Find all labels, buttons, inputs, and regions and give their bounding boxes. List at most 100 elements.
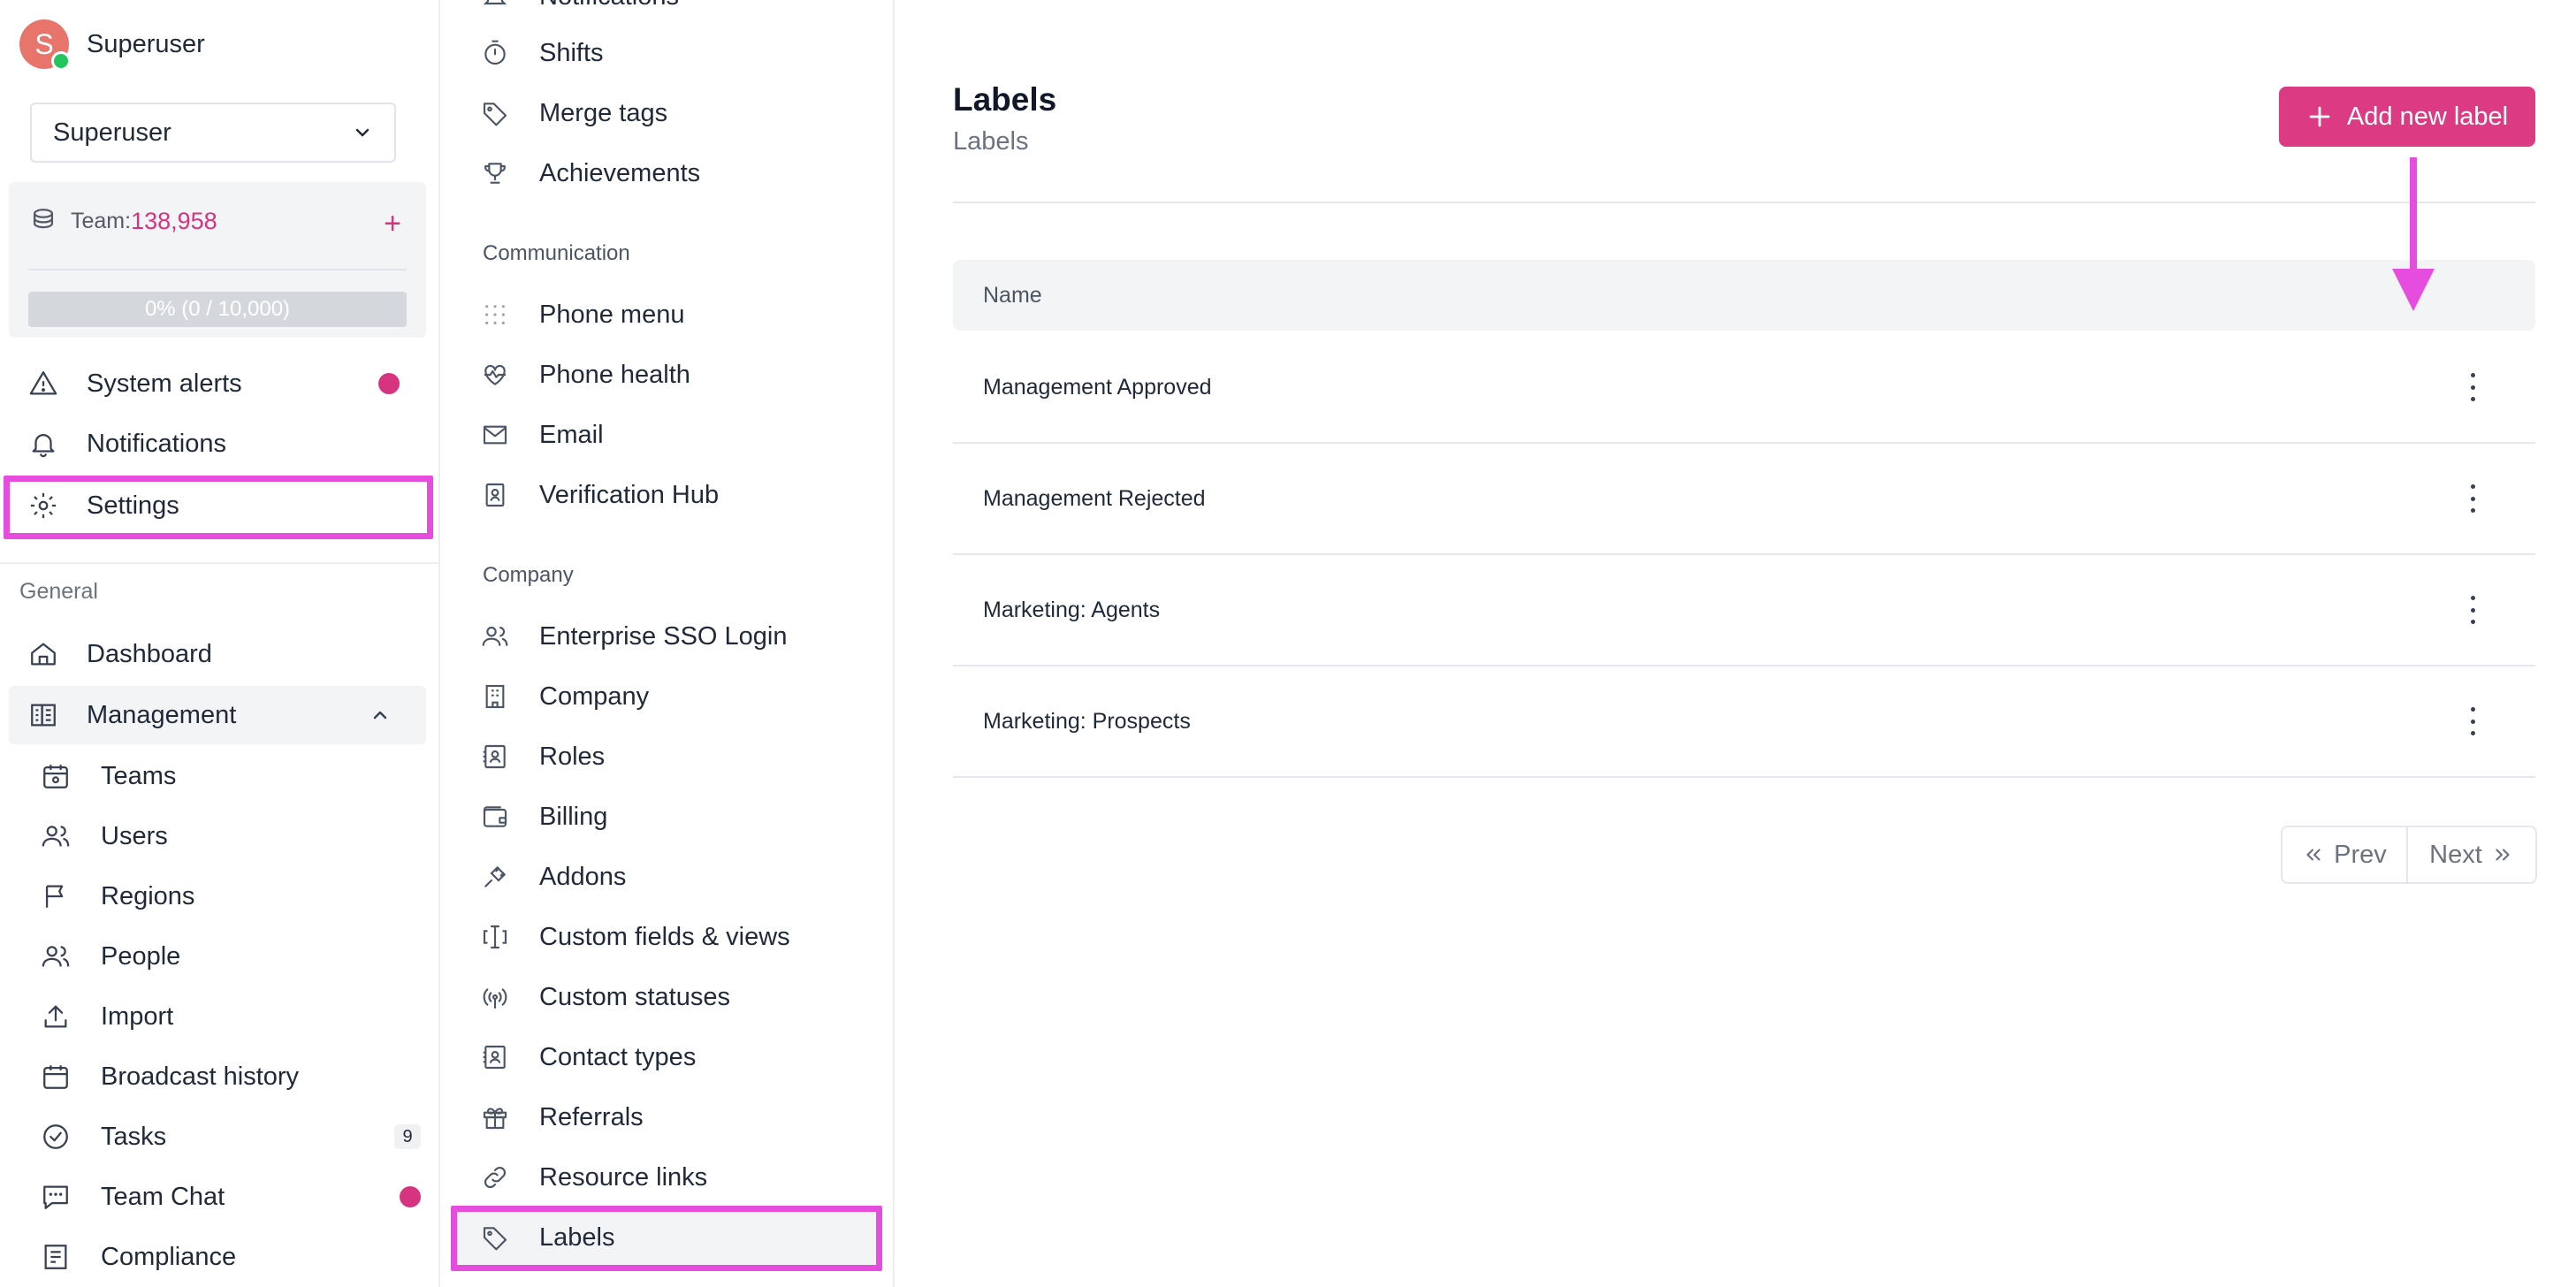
- users-icon: [42, 826, 70, 847]
- settings-item-addons[interactable]: Addons: [481, 850, 870, 903]
- sidebar-item-teams[interactable]: Teams: [41, 750, 421, 803]
- settings-highlight-annotation: [4, 476, 433, 539]
- account-select[interactable]: Superuser: [30, 103, 396, 163]
- divider: [28, 269, 407, 270]
- id-badge-icon: [485, 483, 505, 507]
- chat-unread-dot: [400, 1186, 421, 1207]
- settings-item-label: Contact types: [539, 1042, 697, 1071]
- more-options-icon[interactable]: [2459, 704, 2486, 739]
- sidebar-item-label: Regions: [101, 881, 195, 910]
- sidebar-item-label: Notifications: [87, 429, 226, 458]
- tasks-count-badge: 9: [394, 1124, 421, 1149]
- settings-item-label: Achievements: [539, 158, 701, 187]
- settings-item-phone-health[interactable]: Phone health: [481, 348, 870, 401]
- contact-card-icon: [483, 744, 506, 769]
- more-options-icon[interactable]: [2459, 481, 2486, 516]
- team-credits-card: Team: 138,958 + 0% (0 / 10,000): [9, 182, 426, 338]
- settings-item-company[interactable]: Company: [481, 670, 870, 723]
- more-options-icon[interactable]: [2459, 592, 2486, 628]
- usage-progress-text: 0% (0 / 10,000): [144, 297, 291, 321]
- settings-item-resource-links[interactable]: Resource links: [481, 1151, 870, 1204]
- coins-icon: [33, 209, 54, 229]
- sidebar-item-label: Teams: [101, 761, 177, 790]
- avatar[interactable]: S: [19, 19, 71, 71]
- contact-card-icon: [483, 1045, 506, 1070]
- team-label: Team:: [71, 208, 132, 233]
- main-content: Labels Labels Add new label Name Managem…: [896, 0, 2576, 1287]
- usage-progress-bar: 0% (0 / 10,000): [28, 292, 407, 327]
- settings-item-label: Phone menu: [539, 300, 685, 329]
- settings-item-label: Verification Hub: [539, 480, 720, 509]
- team-count: 138,958: [131, 207, 217, 234]
- add-new-label-button[interactable]: Add new label: [2279, 87, 2535, 147]
- settings-item-merge-tags[interactable]: Merge tags: [481, 87, 870, 140]
- table-row[interactable]: Marketing: Prospects: [953, 666, 2535, 778]
- settings-item-verification-hub[interactable]: Verification Hub: [481, 468, 870, 522]
- settings-item-billing[interactable]: Billing: [481, 790, 870, 843]
- sidebar-item-system-alerts[interactable]: System alerts: [19, 357, 426, 410]
- table-row[interactable]: Management Rejected: [953, 444, 2535, 555]
- sidebar-item-people[interactable]: People: [41, 930, 421, 983]
- account-select-value: Superuser: [53, 118, 171, 147]
- settings-item-label: Email: [539, 420, 604, 449]
- chevron-up-icon[interactable]: [370, 704, 391, 726]
- sidebar-item-compliance[interactable]: Compliance: [41, 1230, 421, 1283]
- settings-item-shifts[interactable]: Shifts: [481, 27, 870, 80]
- building-icon: [31, 704, 56, 727]
- table-row[interactable]: Management Approved: [953, 332, 2535, 444]
- section-heading-general: General: [19, 579, 98, 604]
- people-icon: [42, 946, 70, 967]
- settings-item-notifications[interactable]: Notifications: [481, 0, 870, 23]
- settings-menu: Notifications Shifts Merge tags Achievem…: [442, 0, 895, 1287]
- add-credits-icon[interactable]: +: [384, 207, 401, 241]
- check-circle-icon: [43, 1124, 68, 1149]
- settings-item-label: Resource links: [539, 1162, 708, 1192]
- divider: [953, 202, 2535, 203]
- settings-item-email[interactable]: Email: [481, 408, 870, 461]
- settings-item-phone-menu[interactable]: Phone menu: [481, 288, 870, 341]
- next-page-button[interactable]: Next: [2408, 827, 2535, 882]
- sidebar-item-label: Dashboard: [87, 639, 212, 668]
- sidebar-item-dashboard[interactable]: Dashboard: [19, 628, 426, 681]
- column-header-name[interactable]: Name: [983, 283, 1042, 308]
- bell-icon: [32, 434, 55, 458]
- stopwatch-icon: [484, 40, 506, 65]
- settings-item-enterprise-sso[interactable]: Enterprise SSO Login: [481, 610, 870, 663]
- trophy-icon: [484, 163, 506, 184]
- text-cursor-icon: [483, 925, 507, 949]
- sidebar-item-regions[interactable]: Regions: [41, 870, 421, 923]
- settings-item-labels[interactable]: Labels: [481, 1211, 870, 1264]
- settings-item-roles[interactable]: Roles: [481, 730, 870, 783]
- gift-icon: [483, 1108, 507, 1130]
- sidebar-item-users[interactable]: Users: [41, 810, 421, 863]
- sidebar-item-broadcast-history[interactable]: Broadcast history: [41, 1050, 421, 1103]
- dots-grid-icon: [485, 305, 505, 324]
- settings-item-custom-statuses[interactable]: Custom statuses: [481, 971, 870, 1024]
- sidebar-item-label: Users: [101, 821, 168, 850]
- wallet-icon: [483, 806, 507, 827]
- prev-page-button[interactable]: Prev: [2283, 827, 2408, 882]
- sidebar-item-team-chat[interactable]: Team Chat: [41, 1170, 421, 1223]
- table-row[interactable]: Marketing: Agents: [953, 555, 2535, 666]
- sidebar-item-notifications[interactable]: Notifications: [19, 417, 426, 470]
- settings-item-contact-types[interactable]: Contact types: [481, 1031, 870, 1084]
- alert-dot: [378, 373, 400, 394]
- settings-item-referrals[interactable]: Referrals: [481, 1091, 870, 1144]
- sidebar-item-management[interactable]: Management: [19, 689, 426, 742]
- settings-item-label: Merge tags: [539, 98, 668, 127]
- add-new-label-button-label: Add new label: [2346, 102, 2509, 131]
- more-options-icon[interactable]: [2459, 369, 2486, 405]
- page-title: Labels: [953, 81, 1057, 118]
- sidebar-item-label: Broadcast history: [101, 1062, 300, 1091]
- section-heading-company: Company: [483, 563, 574, 587]
- building-icon: [485, 684, 505, 709]
- section-heading-communication: Communication: [483, 241, 630, 265]
- chevrons-left-icon: [2306, 849, 2321, 861]
- sidebar-item-import[interactable]: Import: [41, 990, 421, 1043]
- settings-item-custom-fields[interactable]: Custom fields & views: [481, 910, 870, 963]
- settings-item-achievements[interactable]: Achievements: [481, 147, 870, 200]
- sidebar-item-tasks[interactable]: Tasks 9: [41, 1110, 421, 1163]
- prev-page-label: Prev: [2334, 840, 2387, 869]
- user-profile[interactable]: S Superuser: [19, 19, 205, 71]
- heart-pulse-icon: [484, 364, 506, 385]
